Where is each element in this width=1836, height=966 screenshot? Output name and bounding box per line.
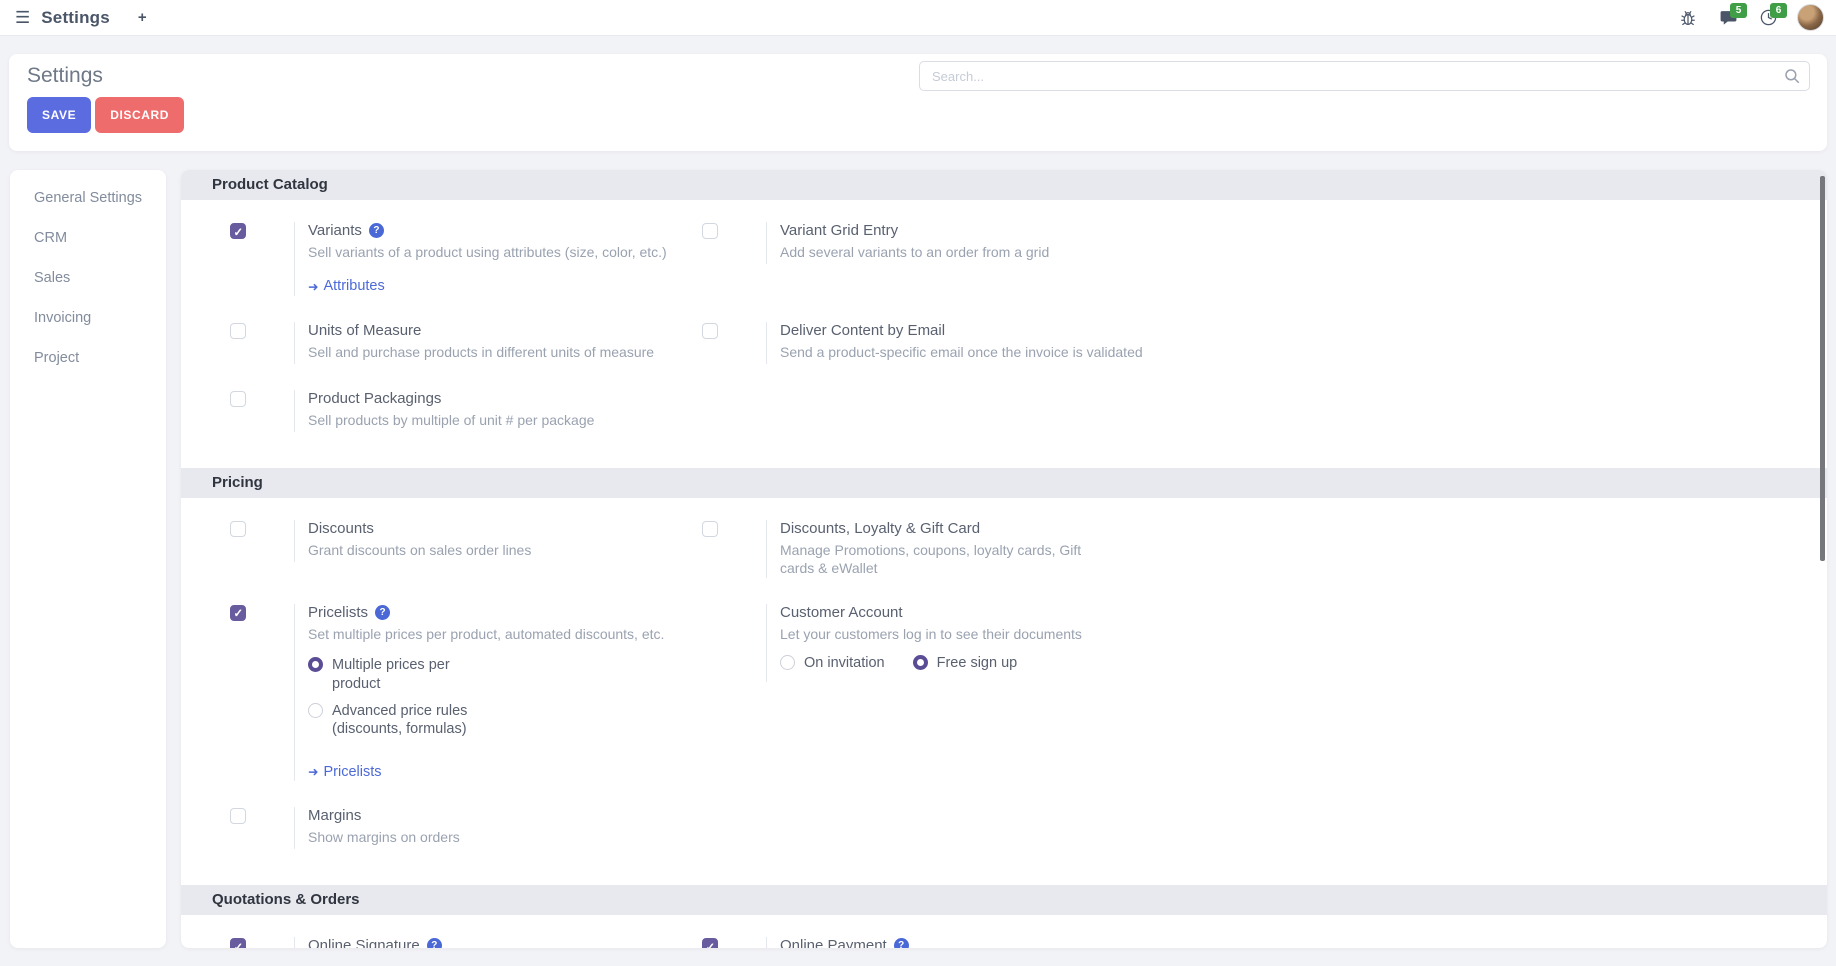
- setting-label: Online Payment: [780, 937, 887, 948]
- setting-discounts-loyalty-gift-card: Discounts, Loyalty & Gift Card Manage Pr…: [702, 520, 1174, 578]
- section-title: Quotations & Orders: [181, 885, 1827, 915]
- section-pricing: Pricing Discounts Grant discounts on sal…: [181, 468, 1827, 849]
- setting-label: Discounts, Loyalty & Gift Card: [780, 520, 980, 537]
- setting-label: Customer Account: [780, 604, 903, 621]
- setting-label: Product Packagings: [308, 390, 441, 407]
- units-of-measure-checkbox[interactable]: [230, 323, 246, 339]
- control-panel: Settings SAVE DISCARD: [9, 54, 1827, 151]
- radio-advanced-price-rules[interactable]: Advanced price rules (discounts, formula…: [308, 702, 702, 738]
- setting-deliver-content-by-email: Deliver Content by Email Send a product-…: [702, 322, 1174, 364]
- section-product-catalog: Product Catalog Variants? Sell variants …: [181, 170, 1827, 432]
- pricelists-checkbox[interactable]: [230, 605, 246, 621]
- save-button[interactable]: SAVE: [27, 97, 91, 133]
- messages-icon[interactable]: 5: [1717, 7, 1739, 29]
- setting-label: Discounts: [308, 520, 374, 537]
- attributes-link[interactable]: Attributes: [308, 278, 385, 294]
- activities-clock-icon[interactable]: 6: [1757, 7, 1779, 29]
- variant-grid-entry-checkbox[interactable]: [702, 223, 718, 239]
- setting-description: Sell products by multiple of unit # per …: [308, 411, 702, 429]
- setting-online-signature: Online Signature? Request an online sign…: [230, 937, 702, 948]
- radio-button[interactable]: [308, 657, 323, 672]
- setting-label: Variants: [308, 222, 362, 239]
- radio-button[interactable]: [913, 655, 928, 670]
- setting-label: Units of Measure: [308, 322, 421, 339]
- section-title: Product Catalog: [181, 170, 1827, 200]
- section-title: Pricing: [181, 468, 1827, 498]
- setting-label: Deliver Content by Email: [780, 322, 945, 339]
- discounts-loyalty-gift-card-checkbox[interactable]: [702, 521, 718, 537]
- radio-on-invitation[interactable]: On invitation: [780, 654, 885, 672]
- setting-units-of-measure: Units of Measure Sell and purchase produ…: [230, 322, 702, 364]
- setting-pricelists: Pricelists? Set multiple prices per prod…: [230, 604, 702, 781]
- setting-label: Online Signature: [308, 937, 420, 948]
- setting-description: Add several variants to an order from a …: [780, 243, 1174, 261]
- radio-button[interactable]: [308, 703, 323, 718]
- radio-label: Advanced price rules (discounts, formula…: [332, 702, 484, 738]
- setting-margins: Margins Show margins on orders: [230, 807, 702, 849]
- search-input[interactable]: [919, 61, 1810, 91]
- pricelists-link[interactable]: Pricelists: [308, 764, 382, 780]
- section-quotations-orders: Quotations & Orders Online Signature? Re…: [181, 885, 1827, 948]
- margins-checkbox[interactable]: [230, 808, 246, 824]
- online-signature-checkbox[interactable]: [230, 938, 246, 948]
- setting-variants: Variants? Sell variants of a product usi…: [230, 222, 702, 296]
- new-tab-plus-button[interactable]: +: [138, 9, 147, 26]
- sidebar-item-general-settings[interactable]: General Settings: [10, 178, 166, 218]
- help-icon[interactable]: ?: [894, 938, 909, 948]
- radio-free-sign-up[interactable]: Free sign up: [913, 654, 1018, 672]
- discard-button[interactable]: DISCARD: [95, 97, 184, 133]
- setting-description: Sell and purchase products in different …: [308, 343, 702, 361]
- setting-variant-grid-entry: Variant Grid Entry Add several variants …: [702, 222, 1174, 296]
- navbar-app-title: Settings: [41, 8, 110, 28]
- variants-checkbox[interactable]: [230, 223, 246, 239]
- radio-multiple-prices-per-product[interactable]: Multiple prices per product: [308, 656, 702, 692]
- setting-discounts: Discounts Grant discounts on sales order…: [230, 520, 702, 578]
- sidebar-item-sales[interactable]: Sales: [10, 258, 166, 298]
- online-payment-checkbox[interactable]: [702, 938, 718, 948]
- radio-label: Multiple prices per product: [332, 656, 484, 692]
- customer-account-radio-group: On invitation Free sign up: [780, 654, 1174, 681]
- setting-description: Send a product-specific email once the i…: [780, 343, 1174, 361]
- setting-description: Grant discounts on sales order lines: [308, 541, 702, 559]
- sidebar-item-crm[interactable]: CRM: [10, 218, 166, 258]
- help-icon[interactable]: ?: [427, 938, 442, 948]
- apps-menu-icon[interactable]: ☰: [15, 8, 30, 28]
- settings-content: Product Catalog Variants? Sell variants …: [181, 170, 1827, 948]
- setting-description: Show margins on orders: [308, 828, 702, 846]
- help-icon[interactable]: ?: [369, 223, 384, 238]
- radio-label: On invitation: [804, 654, 885, 672]
- sidebar-item-invoicing[interactable]: Invoicing: [10, 298, 166, 338]
- radio-button[interactable]: [780, 655, 795, 670]
- pricelists-radio-group: Multiple prices per product Advanced pri…: [308, 656, 702, 738]
- navbar-systray: 5 6: [1677, 4, 1824, 31]
- search-icon[interactable]: [1783, 67, 1801, 85]
- discounts-checkbox[interactable]: [230, 521, 246, 537]
- setting-online-payment: Online Payment? Request an online paymen…: [702, 937, 1174, 948]
- setting-label: Margins: [308, 807, 361, 824]
- setting-description: Sell variants of a product using attribu…: [308, 243, 702, 261]
- debug-bug-icon[interactable]: [1677, 7, 1699, 29]
- deliver-content-by-email-checkbox[interactable]: [702, 323, 718, 339]
- top-navbar: ☰ Settings + 5 6: [0, 0, 1836, 36]
- setting-product-packagings: Product Packagings Sell products by mult…: [230, 390, 702, 432]
- help-icon[interactable]: ?: [375, 605, 390, 620]
- setting-customer-account: Customer Account Let your customers log …: [702, 604, 1174, 781]
- search-bar: [919, 61, 1810, 91]
- activities-count-badge: 6: [1770, 3, 1787, 18]
- settings-sidebar: General Settings CRM Sales Invoicing Pro…: [10, 170, 166, 948]
- sidebar-item-project[interactable]: Project: [10, 338, 166, 378]
- setting-description: Manage Promotions, coupons, loyalty card…: [780, 541, 1110, 578]
- vertical-scrollbar[interactable]: [1820, 176, 1825, 561]
- messages-count-badge: 5: [1730, 3, 1747, 18]
- setting-description: Set multiple prices per product, automat…: [308, 625, 702, 643]
- setting-label: Pricelists: [308, 604, 368, 621]
- product-packagings-checkbox[interactable]: [230, 391, 246, 407]
- setting-description: Let your customers log in to see their d…: [780, 625, 1174, 643]
- user-avatar[interactable]: [1797, 4, 1824, 31]
- radio-label: Free sign up: [937, 654, 1018, 672]
- setting-label: Variant Grid Entry: [780, 222, 898, 239]
